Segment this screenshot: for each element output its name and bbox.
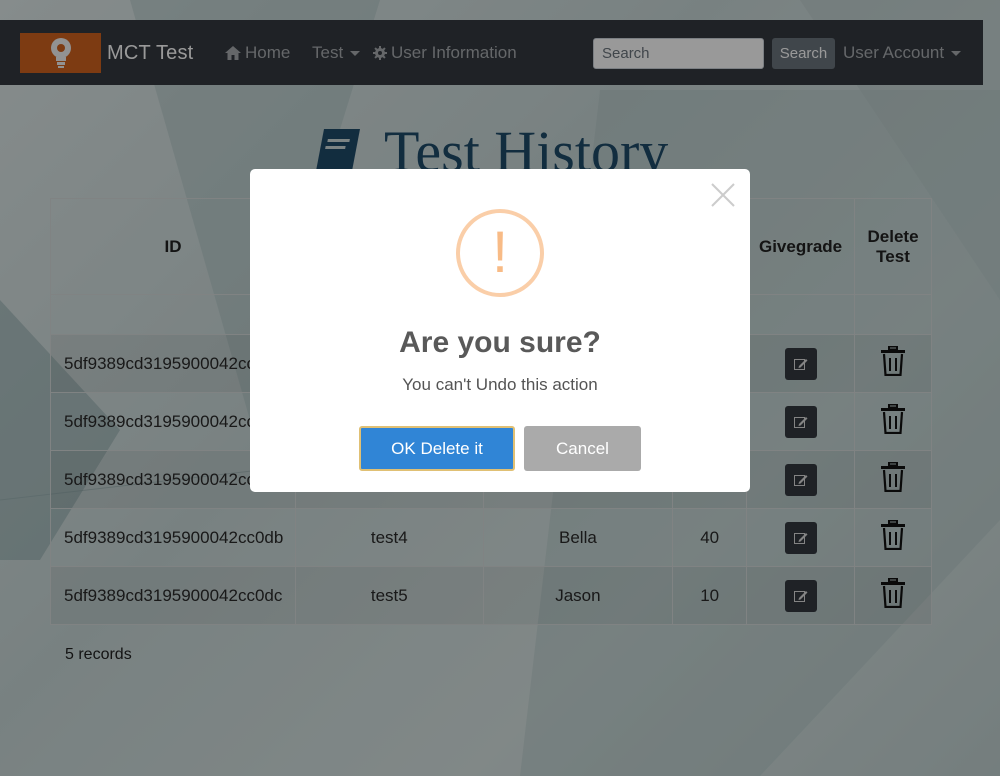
close-icon[interactable] [709, 181, 737, 209]
confirm-delete-dialog: ! Are you sure? You can't Undo this acti… [250, 169, 750, 492]
dialog-title: Are you sure? [399, 326, 601, 359]
warning-icon: ! [456, 209, 544, 297]
warning-mark: ! [491, 220, 509, 285]
confirm-delete-button[interactable]: OK Delete it [359, 426, 515, 471]
dialog-message: You can't Undo this action [402, 375, 598, 394]
cancel-button[interactable]: Cancel [524, 426, 641, 471]
